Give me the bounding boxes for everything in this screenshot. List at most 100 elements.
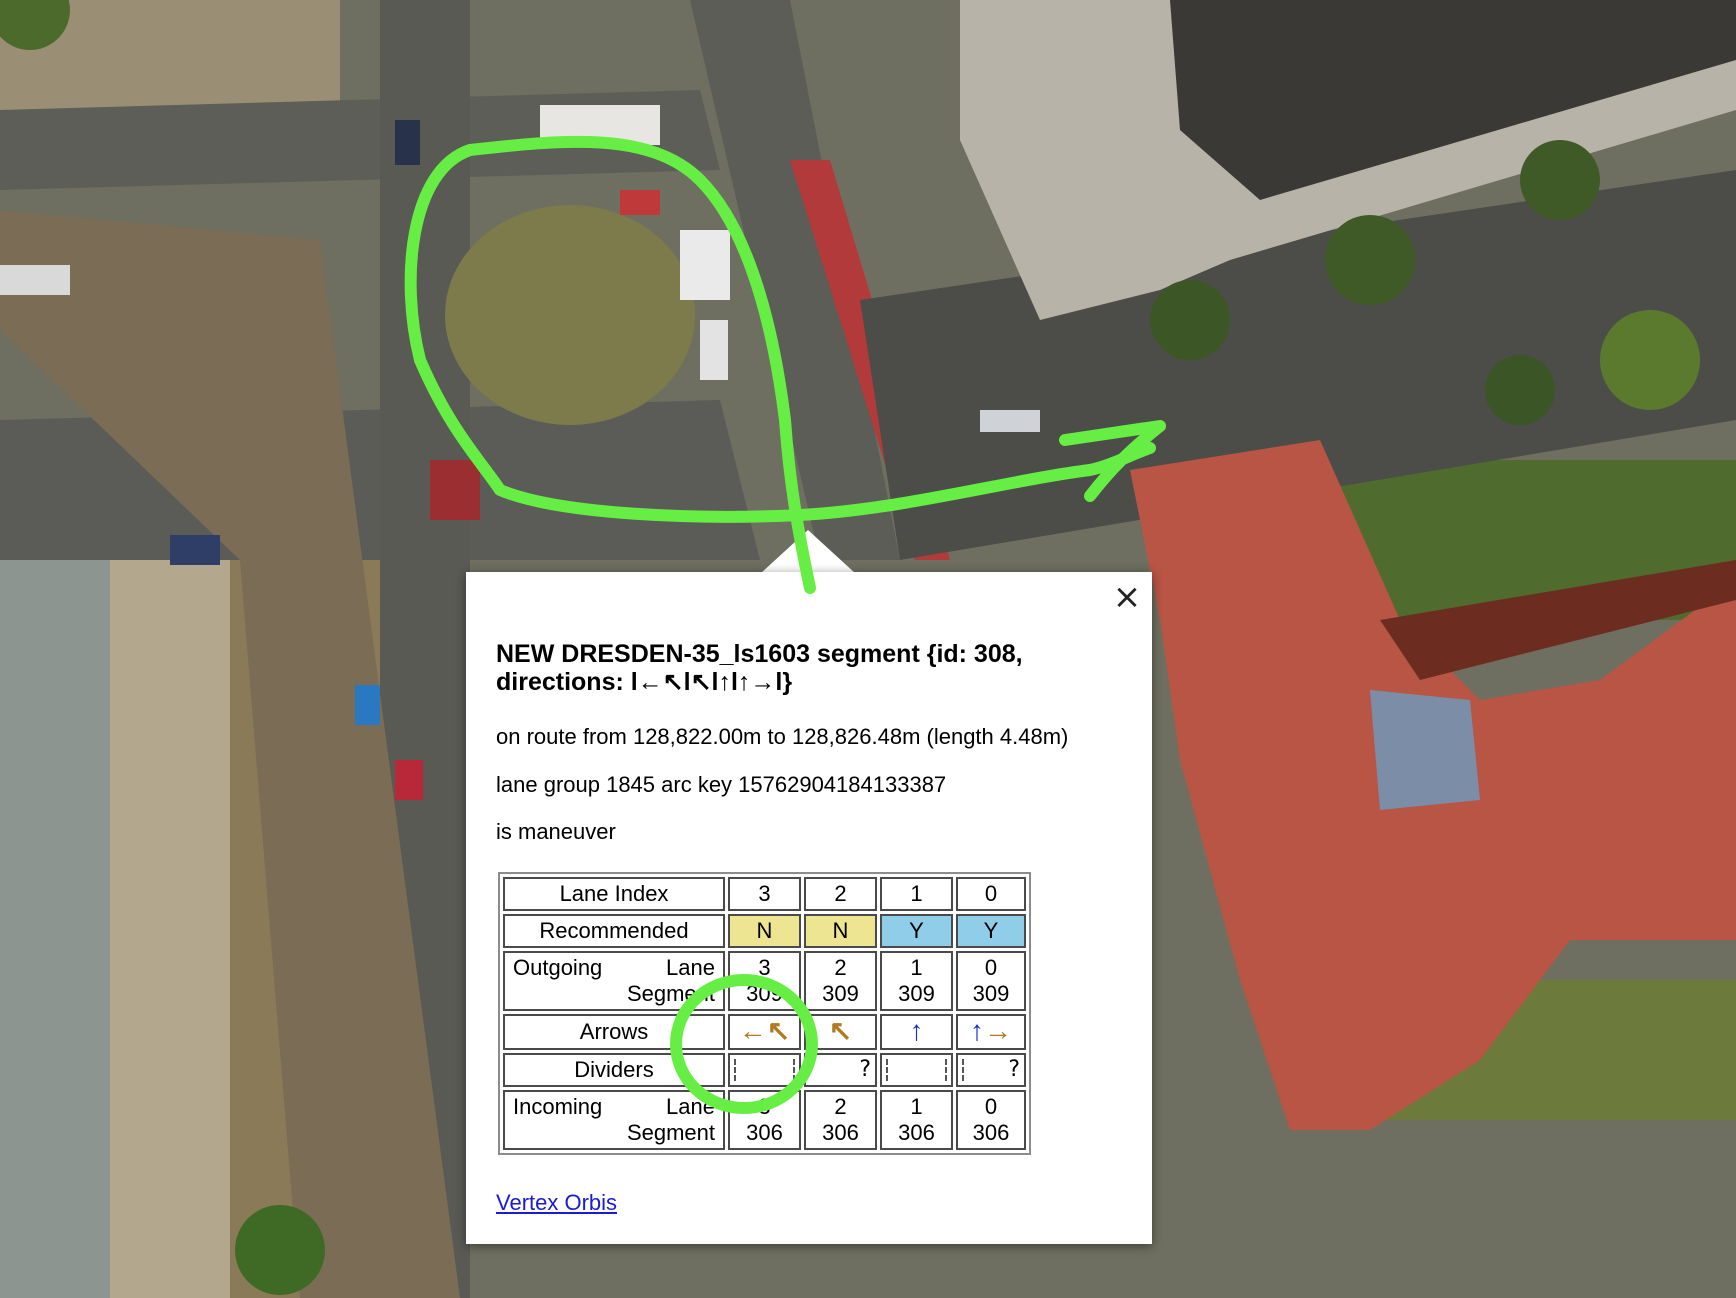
incoming-cell: 0 306 bbox=[956, 1090, 1026, 1150]
straight-arrow-icon: ↑ bbox=[909, 1015, 924, 1046]
incoming-segment: 306 bbox=[746, 1120, 783, 1145]
dividers-cell bbox=[880, 1053, 953, 1087]
incoming-cell: 3 306 bbox=[728, 1090, 801, 1150]
car bbox=[680, 230, 730, 300]
lane-index-cell: 1 bbox=[880, 877, 953, 911]
lanes-table: Lane Index 3 2 1 0 Recommended N N Y Y O… bbox=[498, 872, 1031, 1155]
arrows-cell: ↖ bbox=[804, 1014, 877, 1050]
outgoing-label-a: Outgoing bbox=[513, 955, 603, 980]
outgoing-segment: 309 bbox=[972, 981, 1010, 1006]
arrows-label: Arrows bbox=[503, 1014, 725, 1050]
outgoing-lane: 1 bbox=[910, 955, 923, 980]
dividers-label: Dividers bbox=[503, 1053, 725, 1087]
tree bbox=[1150, 280, 1230, 360]
dividers-cell bbox=[728, 1053, 801, 1087]
right-arrow-icon: → bbox=[984, 1015, 1012, 1046]
table-row-recommended: Recommended N N Y Y bbox=[503, 914, 1026, 948]
table-row-dividers: Dividers ? ? bbox=[503, 1053, 1026, 1087]
lane-index-label: Lane Index bbox=[503, 877, 725, 911]
car bbox=[395, 120, 420, 165]
arrows-cell: ←↖ bbox=[728, 1014, 801, 1050]
outgoing-label: Outgoing Lane Segment bbox=[503, 951, 725, 1011]
outgoing-cell: 1 309 bbox=[880, 951, 953, 1011]
car bbox=[980, 410, 1040, 432]
dashed-divider-icon bbox=[886, 1059, 888, 1081]
straight-arrow-icon: ↑ bbox=[970, 1015, 984, 1046]
car bbox=[170, 535, 220, 565]
popup-title: NEW DRESDEN-35_ls1603 segment {id: 308, … bbox=[496, 640, 1106, 696]
lane-group-text: lane group 1845 arc key 1576290418413338… bbox=[496, 772, 947, 797]
outgoing-lane: 3 bbox=[758, 955, 771, 980]
incoming-cell: 2 306 bbox=[804, 1090, 877, 1150]
tree bbox=[1600, 310, 1700, 410]
incoming-label-b: Lane bbox=[666, 1094, 715, 1119]
close-icon[interactable]: × bbox=[1110, 580, 1144, 614]
dividers-cell: ? bbox=[956, 1053, 1026, 1087]
car bbox=[540, 105, 660, 145]
incoming-lane: 3 bbox=[758, 1094, 771, 1119]
outgoing-cell: 0 309 bbox=[956, 951, 1026, 1011]
table-row-arrows: Arrows ←↖ ↖ ↑ ↑→ bbox=[503, 1014, 1026, 1050]
lane-index-cell: 2 bbox=[804, 877, 877, 911]
car bbox=[700, 320, 728, 380]
incoming-cell: 1 306 bbox=[880, 1090, 953, 1150]
outgoing-label-b: Lane bbox=[666, 955, 715, 980]
outgoing-segment: 309 bbox=[746, 981, 783, 1006]
table-row-outgoing: Outgoing Lane Segment 3 309 2 309 1 309 0 309 bbox=[503, 951, 1026, 1011]
outgoing-lane: 0 bbox=[984, 955, 998, 980]
incoming-lane: 2 bbox=[834, 1094, 847, 1119]
recommended-cell: N bbox=[728, 914, 801, 948]
vertex-orbis-link[interactable]: Vertex Orbis bbox=[496, 1190, 617, 1216]
incoming-label-a: Incoming bbox=[513, 1094, 603, 1119]
incoming-lane: 1 bbox=[910, 1094, 923, 1119]
outgoing-segment: 309 bbox=[822, 981, 859, 1006]
incoming-lane: 0 bbox=[984, 1094, 998, 1119]
outgoing-cell: 2 309 bbox=[804, 951, 877, 1011]
car bbox=[620, 190, 660, 215]
incoming-segment: 306 bbox=[898, 1120, 935, 1145]
arrows-cell: ↑→ bbox=[956, 1014, 1026, 1050]
lane-index-cell: 3 bbox=[728, 877, 801, 911]
maneuver-text: is maneuver bbox=[496, 819, 616, 844]
recommended-cell: Y bbox=[880, 914, 953, 948]
tree bbox=[1520, 140, 1600, 220]
route-range-text: on route from 128,822.00m to 128,826.48m… bbox=[496, 724, 1069, 749]
recommended-cell: Y bbox=[956, 914, 1026, 948]
building bbox=[0, 560, 110, 1298]
incoming-segment: 306 bbox=[822, 1120, 859, 1145]
slight-left-arrow-icon: ↖ bbox=[766, 1015, 791, 1046]
table-row-incoming: Incoming Lane Segment 3 306 2 306 1 306 0 306 bbox=[503, 1090, 1026, 1150]
table-row-lane-index: Lane Index 3 2 1 0 bbox=[503, 877, 1026, 911]
car bbox=[355, 685, 380, 725]
popup-title-line-2: directions: l←↖l↖l↑l↑→l} bbox=[496, 668, 793, 696]
recommended-cell: N bbox=[804, 914, 877, 948]
outgoing-segment: 309 bbox=[898, 981, 935, 1006]
left-arrow-icon: ← bbox=[738, 1015, 767, 1046]
unknown-divider-icon: ? bbox=[859, 1057, 871, 1082]
roundabout-island bbox=[445, 205, 695, 425]
incoming-label: Incoming Lane Segment bbox=[503, 1090, 725, 1150]
tree bbox=[235, 1205, 325, 1295]
dashed-divider-icon bbox=[962, 1059, 964, 1081]
tree bbox=[1325, 215, 1415, 305]
popup-title-line-1: NEW DRESDEN-35_ls1603 segment {id: 308, bbox=[496, 640, 1023, 668]
slight-left-arrow-icon: ↖ bbox=[828, 1015, 853, 1046]
outgoing-cell: 3 309 bbox=[728, 951, 801, 1011]
incoming-segment: 306 bbox=[972, 1120, 1010, 1145]
building-roof bbox=[1370, 690, 1480, 810]
car bbox=[430, 460, 480, 520]
outgoing-lane: 2 bbox=[834, 955, 847, 980]
recommended-label: Recommended bbox=[503, 914, 725, 948]
incoming-label-c: Segment bbox=[626, 1120, 715, 1145]
car bbox=[395, 760, 423, 800]
car bbox=[0, 265, 70, 295]
popup-pointer bbox=[760, 530, 856, 574]
info-popup: × NEW DRESDEN-35_ls1603 segment {id: 308… bbox=[466, 572, 1152, 1244]
dashed-divider-icon bbox=[793, 1059, 795, 1081]
outgoing-label-c: Segment bbox=[626, 981, 715, 1006]
dashed-divider-icon bbox=[734, 1059, 736, 1081]
dividers-cell: ? bbox=[804, 1053, 877, 1087]
unknown-divider-icon: ? bbox=[1008, 1057, 1020, 1082]
arrows-cell: ↑ bbox=[880, 1014, 953, 1050]
lane-index-cell: 0 bbox=[956, 877, 1026, 911]
